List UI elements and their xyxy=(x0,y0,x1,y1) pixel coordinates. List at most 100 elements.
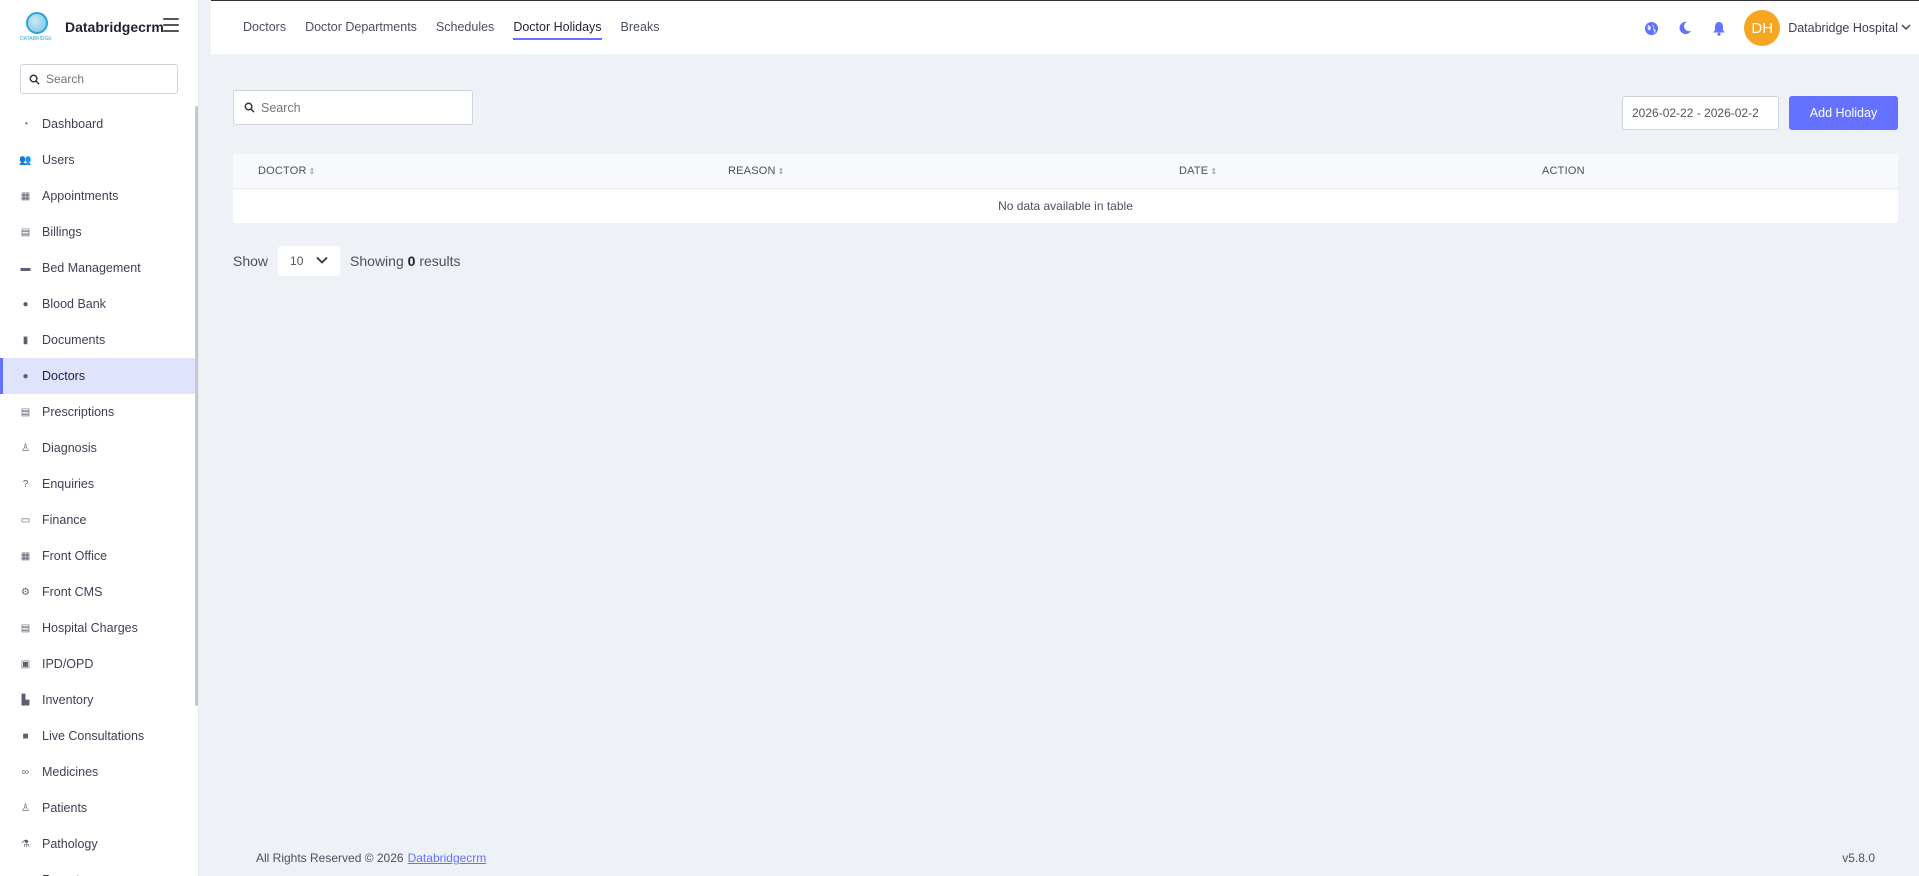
sidebar-item-diagnosis[interactable]: ♙ Diagnosis xyxy=(0,430,198,466)
show-label: Show xyxy=(233,253,269,269)
money-icon: ▭ xyxy=(20,514,31,526)
app-version: v5.8.0 xyxy=(1842,851,1875,865)
sidebar-scrollbar[interactable] xyxy=(195,106,198,706)
drop-icon: ● xyxy=(22,298,29,310)
sidebar-item-label: Bed Management xyxy=(42,261,141,275)
tab-breaks[interactable]: Breaks xyxy=(621,20,660,40)
table-header: DOCTOR ⇕ REASON ⇕ DATE ⇕ ACTION xyxy=(233,154,1898,189)
sidebar-item-ipd-opd[interactable]: ▣ IPD/OPD xyxy=(0,646,198,682)
sidebar-item-blood-bank[interactable]: ● Blood Bank xyxy=(0,286,198,322)
empty-table-message: No data available in table xyxy=(998,199,1133,213)
sidebar-item-patients[interactable]: ♙ Patients xyxy=(0,790,198,826)
sidebar-item-label: Live Consultations xyxy=(42,729,145,743)
chevron-down-icon xyxy=(316,256,328,264)
footer-link[interactable]: Databridgecrm xyxy=(408,851,487,865)
table-search-input[interactable] xyxy=(261,100,451,115)
sidebar-item-label: Users xyxy=(42,153,75,167)
globe-icon[interactable] xyxy=(1642,19,1660,37)
sidebar-item-label: Prescriptions xyxy=(42,405,115,419)
sort-icon: ⇕ xyxy=(308,167,316,176)
ipd-icon: ▣ xyxy=(20,658,31,670)
user-menu-name[interactable]: Databridge Hospital xyxy=(1788,21,1898,35)
dashboard-icon: ◔ xyxy=(22,118,29,130)
sort-icon: ⇕ xyxy=(1210,167,1218,176)
sidebar-item-label: Medicines xyxy=(42,765,99,779)
sidebar-item-label: Patients xyxy=(42,801,88,815)
bell-icon[interactable] xyxy=(1710,19,1728,37)
sidebar-item-doctors[interactable]: ● Doctors xyxy=(0,358,198,394)
sidebar-item-label: Documents xyxy=(42,333,106,347)
sidebar-item-dashboard[interactable]: ◔ Dashboard xyxy=(0,106,198,142)
moon-icon[interactable] xyxy=(1676,19,1694,37)
sidebar-item-front-cms[interactable]: ⚙ Front CMS xyxy=(0,574,198,610)
sidebar-item-finance[interactable]: ▭ Finance xyxy=(0,502,198,538)
sidebar-item-live-consultations[interactable]: ■ Live Consultations xyxy=(0,718,198,754)
avatar[interactable]: DH xyxy=(1744,10,1781,46)
video-icon: ■ xyxy=(22,730,29,742)
flask-icon: ⚗ xyxy=(21,838,30,850)
sidebar-item-hospital-charges[interactable]: ▤ Hospital Charges xyxy=(0,610,198,646)
topbar-actions: DH Databridge Hospital xyxy=(1642,10,1911,46)
column-header-reason[interactable]: REASON ⇕ xyxy=(728,165,785,177)
sidebar-item-reports[interactable]: ▤Reports xyxy=(0,862,198,876)
dolly-icon: ▙ xyxy=(21,694,30,706)
sidebar-item-pathology[interactable]: ⚗ Pathology xyxy=(0,826,198,862)
holidays-table: DOCTOR ⇕ REASON ⇕ DATE ⇕ ACTION No data ava… xyxy=(233,154,1898,223)
chevron-down-icon[interactable] xyxy=(1901,23,1911,34)
diagnosis-icon: ♙ xyxy=(21,442,30,454)
sidebar-item-front-office[interactable]: ▦ Front Office xyxy=(0,538,198,574)
column-header-doctor[interactable]: DOCTOR ⇕ xyxy=(258,165,316,177)
sidebar-item-label: Diagnosis xyxy=(42,441,97,455)
sidebar-item-label: Inventory xyxy=(42,693,94,707)
sidebar-item-medicines[interactable]: ∞ Medicines xyxy=(0,754,198,790)
top-tabs: Doctors Doctor Departments Schedules Doctor… xyxy=(243,20,678,40)
building-icon: ▦ xyxy=(20,550,31,562)
sidebar-item-prescriptions[interactable]: ▤ Prescriptions xyxy=(0,394,198,430)
pagination-controls: Show 10 Showing 0 results xyxy=(233,246,461,276)
sidebar-item-label: Dashboard xyxy=(42,117,104,131)
sort-icon: ⇕ xyxy=(777,167,785,176)
sidebar-item-label: Doctors xyxy=(42,369,86,383)
sidebar-item-users[interactable]: 👥 Users xyxy=(0,142,198,178)
logo[interactable]: DATABRIDGE xyxy=(20,10,56,44)
tab-doctors[interactable]: Doctors xyxy=(243,20,286,40)
prescription-icon: ▤ xyxy=(20,406,31,418)
menu-toggle-icon[interactable] xyxy=(163,18,179,32)
brand-name: Databridgecrm xyxy=(65,19,164,35)
users-icon: 👥 xyxy=(19,154,32,166)
sidebar-search-input[interactable] xyxy=(46,72,166,86)
results-count: Showing 0 results xyxy=(350,253,461,269)
capsules-icon: ∞ xyxy=(21,766,30,778)
tab-doctor-holidays[interactable]: Doctor Holidays xyxy=(513,20,602,40)
sidebar-item-label: IPD/OPD xyxy=(42,657,94,671)
table-search xyxy=(233,90,473,125)
calendar-icon: ▦ xyxy=(20,190,31,202)
footer-copyright: All Rights Reserved © 2026 Databridgecrm xyxy=(256,851,487,865)
sidebar-nav: ◔ Dashboard 👥 Users ▦ Appointments ▤ Billings ▬ B… xyxy=(0,106,198,876)
sidebar-item-label: Finance xyxy=(42,513,87,527)
file-invoice-icon: ▤ xyxy=(20,226,31,238)
tab-doctor-departments[interactable]: Doctor Departments xyxy=(305,20,417,40)
sidebar-item-documents[interactable]: ▮ Documents xyxy=(0,322,198,358)
sidebar-item-enquiries[interactable]: ? Enquiries xyxy=(0,466,198,502)
gear-icon: ⚙ xyxy=(21,586,30,598)
column-header-date[interactable]: DATE ⇕ xyxy=(1179,165,1217,177)
brand: DATABRIDGE Databridgecrm xyxy=(0,0,198,54)
sidebar-item-label: Appointments xyxy=(42,189,119,203)
doctor-icon: ● xyxy=(22,370,29,382)
add-holiday-button[interactable]: Add Holiday xyxy=(1789,96,1898,130)
search-icon xyxy=(244,102,255,113)
tab-schedules[interactable]: Schedules xyxy=(436,20,494,40)
sidebar-item-label: Blood Bank xyxy=(42,297,106,311)
sidebar-item-label: Enquiries xyxy=(42,477,95,491)
page-size-select[interactable]: 10 xyxy=(278,246,341,276)
sidebar-item-inventory[interactable]: ▙ Inventory xyxy=(0,682,198,718)
column-header-action: ACTION xyxy=(1542,165,1585,177)
sidebar-item-billings[interactable]: ▤ Billings xyxy=(0,214,198,250)
sidebar-item-bed-management[interactable]: ▬ Bed Management xyxy=(0,250,198,286)
sidebar: DATABRIDGE Databridgecrm ◔ Dashboard 👥 User… xyxy=(0,0,199,876)
date-range-picker[interactable]: 2026-02-22 - 2026-02-2 xyxy=(1622,96,1779,130)
sidebar-item-appointments[interactable]: ▦ Appointments xyxy=(0,178,198,214)
patient-icon: ♙ xyxy=(21,802,30,814)
question-icon: ? xyxy=(22,478,29,490)
